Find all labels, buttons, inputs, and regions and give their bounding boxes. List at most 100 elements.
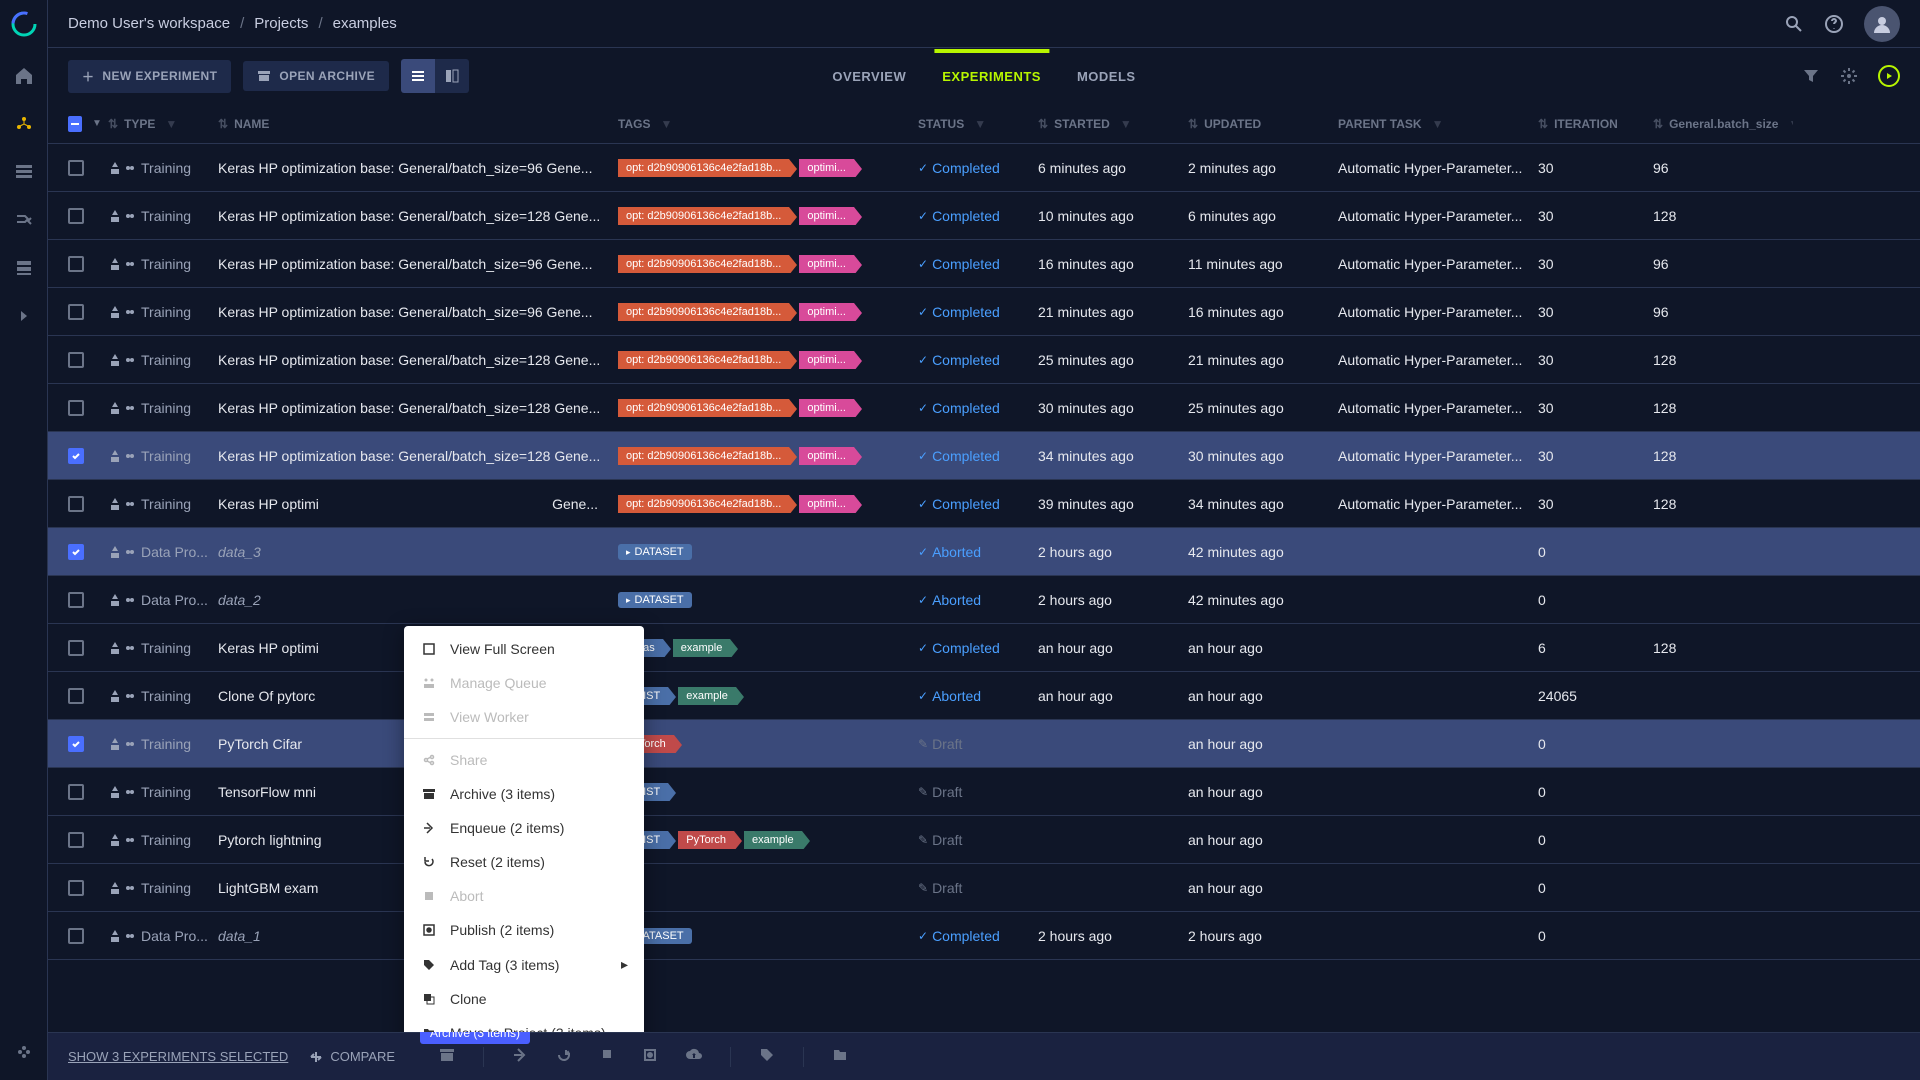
row-checkbox[interactable] (68, 352, 84, 368)
row-checkbox[interactable] (68, 640, 84, 656)
col-iteration[interactable]: ⇅ITERATION (1538, 117, 1653, 131)
tags-cell: opt: d2b90906136c4e2fad18b...optimi... (618, 303, 918, 321)
col-batch[interactable]: ⇅General.batch_size▼ (1653, 117, 1793, 131)
tab-models[interactable]: MODELS (1077, 51, 1136, 102)
table-row[interactable]: TrainingKeras HP optimization base: Gene… (48, 384, 1920, 432)
row-checkbox[interactable] (68, 928, 84, 944)
row-checkbox[interactable] (68, 688, 84, 704)
type-icon (108, 497, 135, 511)
table-row[interactable]: TrainingTensorFlow mniMNIST✎Draftan hour… (48, 768, 1920, 816)
select-all-checkbox[interactable] (68, 116, 82, 132)
footer-archive-icon[interactable] (439, 1047, 455, 1067)
menu-item-archive[interactable]: Archive (3 items) (404, 777, 644, 811)
menu-item-tag[interactable]: Add Tag (3 items)▸ (404, 947, 644, 982)
row-checkbox[interactable] (68, 736, 84, 752)
footer-publish-icon[interactable] (642, 1047, 658, 1067)
footer-upload-icon[interactable] (686, 1047, 702, 1067)
menu-item-clone[interactable]: Clone (404, 982, 644, 1016)
refresh-icon[interactable] (1878, 65, 1900, 87)
pipelines-icon[interactable] (12, 208, 36, 232)
updated-time: 11 minutes ago (1188, 256, 1338, 272)
table-row[interactable]: TrainingKeras HP optimization base: Gene… (48, 240, 1920, 288)
home-icon[interactable] (12, 64, 36, 88)
row-checkbox[interactable] (68, 256, 84, 272)
table-row[interactable]: TrainingKeras HP optimization base: Gene… (48, 192, 1920, 240)
col-type[interactable]: ⇅TYPE▼ (108, 117, 218, 131)
row-checkbox[interactable] (68, 832, 84, 848)
tag: PyTorch (678, 831, 734, 849)
experiment-name: Keras HP optimization base: General/batc… (218, 256, 592, 272)
table-row[interactable]: TrainingPytorch lightningMNISTPyTorchexa… (48, 816, 1920, 864)
table-row[interactable]: Data Pro...data_2DATASET✓Aborted2 hours … (48, 576, 1920, 624)
app-logo[interactable] (8, 8, 40, 40)
menu-item-fullscreen[interactable]: View Full Screen (404, 632, 644, 666)
breadcrumb-workspace[interactable]: Demo User's workspace (68, 15, 230, 32)
table-row[interactable]: TrainingKeras HP optimiGene...opt: d2b90… (48, 480, 1920, 528)
batch-size: 128 (1653, 496, 1793, 512)
new-experiment-button[interactable]: ＋ NEW EXPERIMENT (68, 60, 231, 93)
table-row[interactable]: TrainingKeras HP optimization base: Gene… (48, 144, 1920, 192)
status-badge: ✓Completed (918, 352, 1000, 368)
projects-icon[interactable] (12, 112, 36, 136)
clone-icon (420, 992, 438, 1006)
settings-icon[interactable] (1840, 67, 1858, 85)
workers-icon[interactable] (12, 256, 36, 280)
table-row[interactable]: TrainingKeras HP optimization base: Gene… (48, 432, 1920, 480)
slack-icon[interactable] (12, 1040, 36, 1064)
tab-overview[interactable]: OVERVIEW (832, 51, 906, 102)
table-row[interactable]: Data Pro...data_3DATASET✓Aborted2 hours … (48, 528, 1920, 576)
footer-tag-icon[interactable] (759, 1047, 775, 1067)
table-row[interactable]: TrainingClone Of pytorcMNISTexample✓Abor… (48, 672, 1920, 720)
parent-task: Automatic Hyper-Parameter... (1338, 352, 1538, 368)
footer-enqueue-icon[interactable] (512, 1047, 528, 1067)
table-row[interactable]: Data Pro...data_1DATASET✓Completed2 hour… (48, 912, 1920, 960)
expand-icon[interactable] (12, 304, 36, 328)
help-icon[interactable] (1824, 14, 1844, 34)
col-name[interactable]: ⇅NAME (218, 117, 618, 131)
col-started[interactable]: ⇅STARTED▼ (1038, 117, 1188, 131)
row-checkbox[interactable] (68, 208, 84, 224)
open-archive-button[interactable]: OPEN ARCHIVE (243, 61, 389, 91)
col-tags[interactable]: TAGS▼ (618, 117, 918, 131)
footer-selected-count[interactable]: SHOW 3 EXPERIMENTS SELECTED (68, 1049, 288, 1064)
menu-item-reset[interactable]: Reset (2 items) (404, 845, 644, 879)
row-checkbox[interactable] (68, 496, 84, 512)
col-parent[interactable]: PARENT TASK▼ (1338, 117, 1538, 131)
menu-item-publish[interactable]: Publish (2 items) (404, 913, 644, 947)
row-checkbox[interactable] (68, 304, 84, 320)
footer-move-icon[interactable] (832, 1047, 848, 1067)
table-row[interactable]: TrainingKeras HP optimization base: Gene… (48, 288, 1920, 336)
row-checkbox[interactable] (68, 592, 84, 608)
breadcrumb-current[interactable]: examples (333, 15, 397, 32)
footer-stop-icon[interactable] (600, 1047, 614, 1067)
table-row[interactable]: TrainingKeras HP optimiKerasexample✓Comp… (48, 624, 1920, 672)
header: Demo User's workspace / Projects / examp… (48, 0, 1920, 48)
row-checkbox[interactable] (68, 400, 84, 416)
row-checkbox[interactable] (68, 160, 84, 176)
table-row[interactable]: TrainingLightGBM exam✎Draftan hour ago0 (48, 864, 1920, 912)
menu-item-enqueue[interactable]: Enqueue (2 items) (404, 811, 644, 845)
row-checkbox[interactable] (68, 880, 84, 896)
tab-experiments[interactable]: EXPERIMENTS (942, 51, 1041, 102)
type-icon (108, 449, 135, 463)
updated-time: 42 minutes ago (1188, 544, 1338, 560)
datasets-icon[interactable] (12, 160, 36, 184)
view-list-button[interactable] (401, 59, 435, 93)
row-checkbox[interactable] (68, 448, 84, 464)
col-updated[interactable]: ⇅UPDATED (1188, 117, 1338, 131)
compare-button[interactable]: COMPARE (308, 1049, 395, 1065)
view-detail-button[interactable] (435, 59, 469, 93)
breadcrumb-projects[interactable]: Projects (254, 15, 308, 32)
table-row[interactable]: TrainingPyTorch CifarPyTorch✎Draftan hou… (48, 720, 1920, 768)
col-status[interactable]: STATUS▼ (918, 117, 1038, 131)
table-row[interactable]: TrainingKeras HP optimization base: Gene… (48, 336, 1920, 384)
footer-reset-icon[interactable] (556, 1047, 572, 1067)
filter-icon[interactable] (1802, 67, 1820, 85)
menu-item-queue: Manage Queue (404, 666, 644, 700)
row-checkbox[interactable] (68, 784, 84, 800)
menu-item-move[interactable]: Move to Project (3 items) (404, 1016, 644, 1032)
row-checkbox[interactable] (68, 544, 84, 560)
search-icon[interactable] (1784, 14, 1804, 34)
tags-cell: opt: d2b90906136c4e2fad18b...optimi... (618, 495, 918, 513)
avatar[interactable] (1864, 6, 1900, 42)
